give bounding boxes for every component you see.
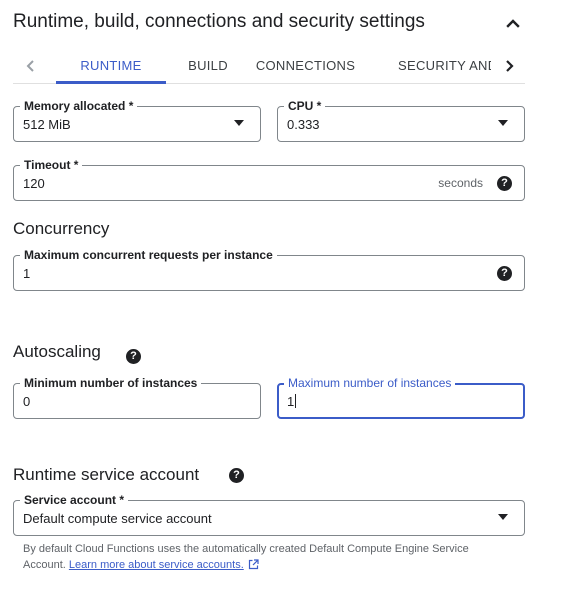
- tab-clip: SECURITY AND: [383, 48, 491, 83]
- tab-scroll-left-button[interactable]: [13, 48, 49, 83]
- cpu-label: CPU *: [284, 98, 326, 114]
- dropdown-arrow-icon[interactable]: [498, 514, 508, 520]
- min-instances-field[interactable]: Minimum number of instances 0: [13, 375, 261, 419]
- tab-security[interactable]: SECURITY AND: [398, 48, 491, 83]
- timeout-value: 120: [23, 176, 45, 191]
- timeout-field[interactable]: Timeout * 120 seconds ?: [13, 157, 525, 201]
- tab-scroll-right-button[interactable]: [491, 48, 527, 83]
- max-concurrent-requests-value: 1: [23, 266, 31, 281]
- timeout-unit: seconds: [438, 176, 483, 190]
- cpu-value: 0.333: [287, 117, 320, 132]
- tab-connections[interactable]: CONNECTIONS: [250, 48, 361, 83]
- help-icon[interactable]: ?: [497, 266, 512, 281]
- dropdown-arrow-icon[interactable]: [234, 120, 244, 126]
- help-icon[interactable]: ?: [497, 176, 512, 191]
- cpu-select[interactable]: CPU * 0.333: [277, 98, 525, 142]
- autoscaling-title: Autoscaling: [13, 342, 101, 361]
- max-instances-label: Maximum number of instances: [284, 375, 456, 391]
- concurrency-title: Concurrency: [13, 219, 110, 238]
- service-account-title: Runtime service account: [13, 465, 200, 484]
- tab-build[interactable]: BUILD: [166, 48, 250, 83]
- help-icon[interactable]: ?: [126, 349, 141, 364]
- max-instances-value: 1: [287, 394, 295, 409]
- dropdown-arrow-icon[interactable]: [498, 120, 508, 126]
- max-instances-field[interactable]: Maximum number of instances 1: [277, 375, 525, 419]
- memory-allocated-value: 512 MiB: [23, 117, 71, 132]
- panel-title: Runtime, build, connections and security…: [13, 11, 425, 32]
- min-instances-label: Minimum number of instances: [20, 375, 202, 391]
- min-instances-value: 0: [23, 394, 31, 409]
- help-icon[interactable]: ?: [229, 468, 244, 483]
- memory-allocated-label: Memory allocated *: [20, 98, 138, 114]
- max-concurrent-requests-label: Maximum concurrent requests per instance: [20, 247, 277, 263]
- service-account-value: Default compute service account: [23, 511, 212, 526]
- collapse-button[interactable]: [500, 10, 526, 36]
- memory-allocated-select[interactable]: Memory allocated * 512 MiB: [13, 98, 261, 142]
- service-account-label: Service account *: [20, 492, 129, 508]
- tab-bar: RUNTIME BUILD CONNECTIONS SECURITY AND: [13, 48, 525, 84]
- learn-more-link-text: Learn more about service accounts.: [68, 559, 244, 571]
- chevron-right-icon: [506, 59, 514, 72]
- timeout-label: Timeout *: [20, 157, 83, 173]
- text-cursor: [295, 394, 297, 408]
- chevron-up-icon: [506, 19, 520, 28]
- active-tab-indicator: [56, 81, 166, 84]
- chevron-left-icon: [26, 59, 34, 72]
- learn-more-service-accounts-link[interactable]: Learn more about service accounts.: [69, 559, 244, 571]
- max-concurrent-requests-field[interactable]: Maximum concurrent requests per instance…: [13, 247, 525, 291]
- external-link-icon[interactable]: [248, 559, 259, 570]
- max-instances-input[interactable]: 1: [287, 393, 297, 410]
- service-account-hint: By default Cloud Functions uses the auto…: [23, 541, 483, 573]
- tab-runtime[interactable]: RUNTIME: [56, 48, 166, 83]
- service-account-select[interactable]: Service account * Default compute servic…: [13, 492, 525, 536]
